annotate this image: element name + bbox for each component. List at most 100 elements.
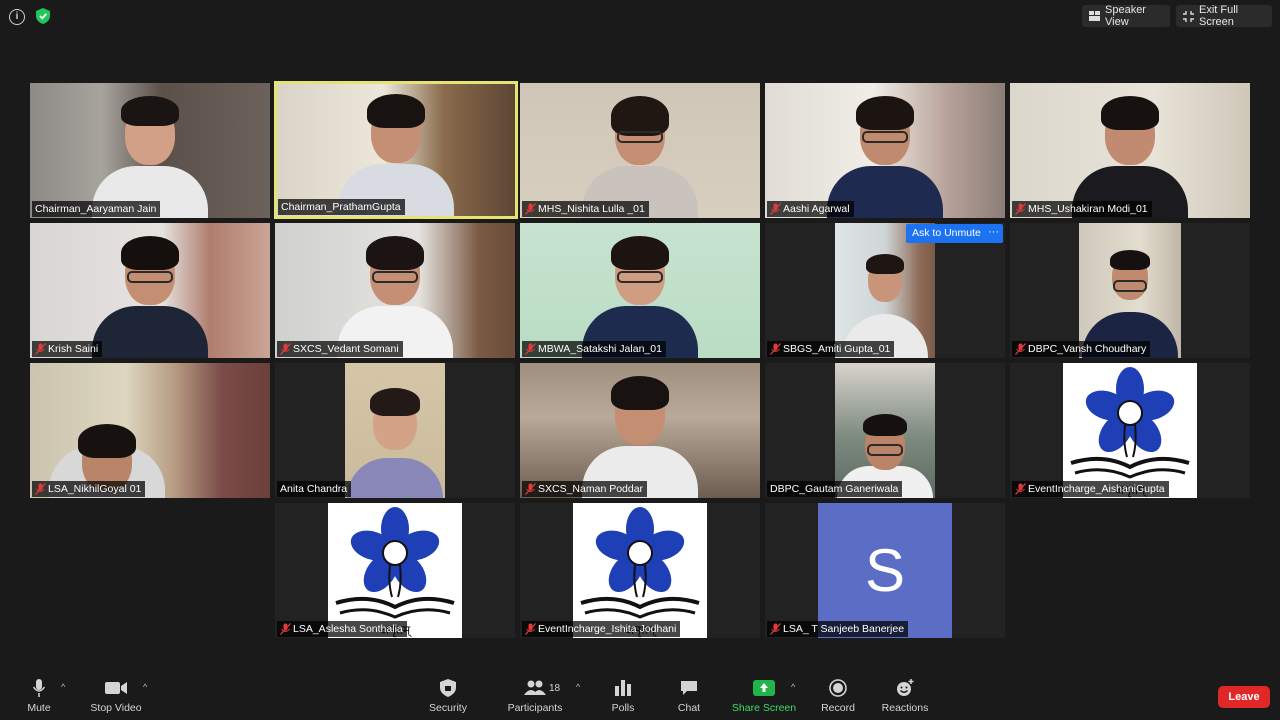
muted-mic-icon — [1015, 203, 1026, 215]
video-options-caret[interactable]: ^ — [143, 682, 151, 692]
video-feed — [835, 363, 935, 498]
video-feed — [30, 363, 270, 498]
reactions-label: Reactions — [881, 702, 929, 714]
more-options-button[interactable]: ··· — [984, 224, 1003, 243]
participant-tile[interactable]: अमृतम् EventIncharge_AishaniGupta — [1010, 363, 1250, 498]
video-feed — [277, 84, 515, 216]
muted-mic-icon — [35, 483, 46, 495]
participants-icon — [524, 678, 546, 698]
leave-button[interactable]: Leave — [1218, 686, 1270, 708]
participants-options-caret[interactable]: ^ — [576, 682, 584, 692]
muted-mic-icon — [525, 203, 536, 215]
participant-name: MBWA_Satakshi Jalan_01 — [522, 341, 666, 357]
muted-mic-icon — [770, 623, 781, 635]
video-feed — [275, 223, 515, 358]
participant-tile[interactable]: SBGS_Amiti Gupta_01 — [765, 223, 1005, 358]
school-logo-image: अमृतम् — [573, 503, 707, 638]
muted-mic-icon — [525, 343, 536, 355]
meeting-toolbar: Mute ^ Stop Video ^ Security Participant… — [0, 670, 1280, 720]
video-feed — [1079, 223, 1181, 358]
participant-tile[interactable]: MHS_Nishita Lulla _01 — [520, 83, 760, 218]
muted-mic-icon — [770, 343, 781, 355]
participant-name: SXCS_Naman Poddar — [522, 481, 648, 497]
mute-label: Mute — [27, 702, 51, 714]
participant-tile[interactable]: SXCS_Naman Poddar — [520, 363, 760, 498]
security-shield-icon — [440, 678, 456, 698]
participant-tile[interactable]: MBWA_Satakshi Jalan_01 — [520, 223, 760, 358]
muted-mic-icon — [280, 623, 291, 635]
participant-tile[interactable]: DBPC_Vansh Choudhary — [1010, 223, 1250, 358]
participant-count-badge: 18 — [549, 683, 561, 694]
audio-options-caret[interactable]: ^ — [61, 682, 69, 692]
participant-name: Anita Chandra — [277, 481, 352, 497]
participant-tile[interactable]: अमृतम् EventIncharge_Ishita Jodhani — [520, 503, 760, 638]
participants-label: Participants — [507, 702, 563, 714]
microphone-icon — [32, 678, 46, 698]
muted-mic-icon — [1015, 343, 1026, 355]
participant-tile[interactable]: Krish Saini — [30, 223, 270, 358]
muted-mic-icon — [770, 203, 781, 215]
participant-tile[interactable]: Aashi Agarwal — [765, 83, 1005, 218]
muted-mic-icon — [525, 483, 536, 495]
participant-name: SBGS_Amiti Gupta_01 — [767, 341, 895, 357]
participant-tile[interactable]: LSA_NikhilGoyal 01 — [30, 363, 270, 498]
polls-label: Polls — [611, 702, 635, 714]
participant-tile[interactable]: DBPC_Gautam Ganeriwala — [765, 363, 1005, 498]
video-feed — [30, 83, 270, 218]
record-icon — [829, 678, 847, 698]
muted-mic-icon — [525, 623, 536, 635]
share-screen-icon — [753, 678, 775, 698]
video-camera-icon — [105, 678, 127, 698]
chat-button[interactable]: Chat — [654, 678, 724, 718]
participant-tile[interactable]: Chairman_Aaryaman Jain — [30, 83, 270, 218]
video-feed — [835, 223, 935, 358]
stop-video-button[interactable]: Stop Video — [81, 678, 151, 718]
video-feed — [520, 83, 760, 218]
participant-name: DBPC_Vansh Choudhary — [1012, 341, 1151, 357]
participant-name: EventIncharge_Ishita Jodhani — [522, 621, 681, 637]
stop-video-label: Stop Video — [90, 702, 142, 714]
share-screen-label: Share Screen — [731, 702, 797, 714]
chat-label: Chat — [677, 702, 701, 714]
gallery-grid: Chairman_Aaryaman Jain Chairman_PrathamG… — [0, 0, 1280, 660]
participant-name: LSA_NikhilGoyal 01 — [32, 481, 146, 497]
participant-name: SXCS_Vedant Somani — [277, 341, 403, 357]
muted-mic-icon — [35, 343, 46, 355]
video-feed — [520, 223, 760, 358]
school-logo-image: अमृतम् — [1063, 363, 1197, 498]
participant-name: Krish Saini — [32, 341, 103, 357]
video-feed — [1010, 83, 1250, 218]
ask-to-unmute-button[interactable]: Ask to Unmute — [906, 224, 987, 243]
video-feed — [30, 223, 270, 358]
participant-name: LSA_ T Sanjeeb Banerjee — [767, 621, 909, 637]
reactions-button[interactable]: Reactions — [870, 678, 940, 718]
muted-mic-icon — [1015, 483, 1026, 495]
chat-bubble-icon — [680, 678, 698, 698]
share-options-caret[interactable]: ^ — [791, 682, 799, 692]
security-button[interactable]: Security — [413, 678, 483, 718]
muted-mic-icon — [280, 343, 291, 355]
participant-tile[interactable]: अमृतम् LSA_Aslesha Sonthalia — [275, 503, 515, 638]
participant-name: LSA_Aslesha Sonthalia — [277, 621, 407, 637]
participant-tile[interactable]: MHS_Ushakiran Modi_01 — [1010, 83, 1250, 218]
participant-name: MHS_Nishita Lulla _01 — [522, 201, 649, 217]
school-logo-image: अमृतम् — [328, 503, 462, 638]
participant-tile-active-speaker[interactable]: Chairman_PrathamGupta — [274, 81, 518, 219]
participant-tile[interactable]: SXCS_Vedant Somani — [275, 223, 515, 358]
avatar: S — [818, 503, 952, 638]
participant-tile[interactable]: S LSA_ T Sanjeeb Banerjee — [765, 503, 1005, 638]
video-feed — [765, 83, 1005, 218]
participant-name: EventIncharge_AishaniGupta — [1012, 481, 1169, 497]
participant-name: MHS_Ushakiran Modi_01 — [1012, 201, 1152, 217]
share-screen-button[interactable]: Share Screen — [729, 678, 799, 718]
video-feed — [520, 363, 760, 498]
smiley-reaction-icon — [896, 678, 914, 698]
polls-button[interactable]: Polls — [588, 678, 658, 718]
record-label: Record — [821, 702, 855, 714]
participant-name: Aashi Agarwal — [767, 201, 854, 217]
participant-name: Chairman_Aaryaman Jain — [32, 201, 161, 217]
participant-tile[interactable]: Anita Chandra — [275, 363, 515, 498]
participant-name: Chairman_PrathamGupta — [278, 199, 405, 215]
participant-name: DBPC_Gautam Ganeriwala — [767, 481, 903, 497]
record-button[interactable]: Record — [803, 678, 873, 718]
